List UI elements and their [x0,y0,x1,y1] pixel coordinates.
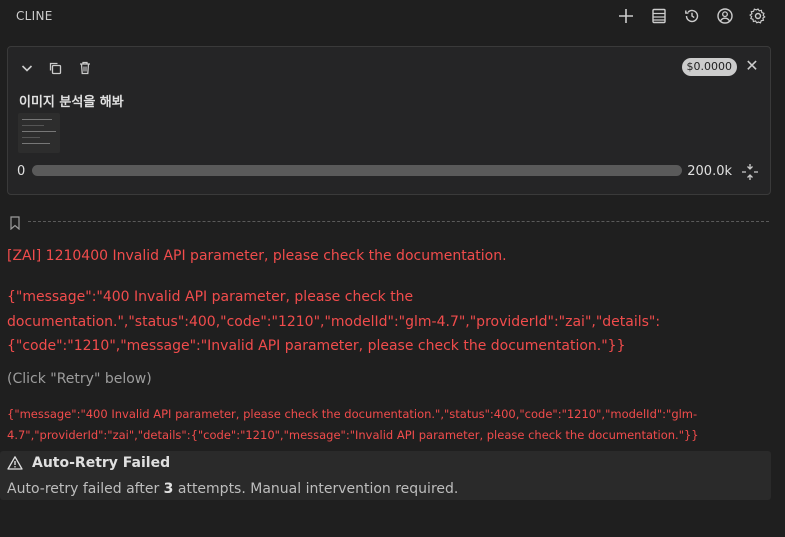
auto-retry-message-end: attempts. Manual intervention required. [173,481,459,497]
auto-retry-header: Auto-Retry Failed [7,455,170,471]
auto-retry-title: Auto-Retry Failed [32,455,171,471]
error-json-detail: {"message":"400 Invalid API parameter, p… [7,407,699,442]
cost-badge: $0.0000 [681,58,737,76]
panel-title: CLINE [16,9,53,23]
error-title: [ZAI] 1210400 Invalid API parameter, ple… [7,248,507,264]
auto-retry-panel: Auto-Retry Failed Auto-retry failed afte… [0,451,771,500]
retry-hint: (Click "Retry" below) [7,371,152,387]
context-used: 0 [17,164,26,179]
history-clock-icon[interactable] [682,6,702,26]
warning-icon [7,455,23,471]
account-icon[interactable] [715,6,735,26]
history-list-icon[interactable] [649,6,669,26]
bookmark-icon[interactable] [9,215,21,231]
auto-retry-attempts: 3 [163,481,174,497]
plus-icon[interactable] [616,6,636,26]
task-card: $0.0000 ✕ 이미지 분석을 해봐 0 200.0k [7,46,771,195]
panel-header: CLINE [0,0,785,34]
checkpoint-divider [28,221,769,222]
trash-icon[interactable] [76,59,94,77]
task-text: 이미지 분석을 해봐 [19,95,124,110]
copy-icon[interactable] [46,59,64,77]
auto-retry-message: Auto-retry failed after 3 attempts. Manu… [7,481,458,497]
auto-retry-message-start: Auto-retry failed after [7,481,164,497]
context-progress-bar [32,165,682,176]
close-icon[interactable]: ✕ [744,57,760,75]
image-thumbnail[interactable] [18,113,60,153]
compact-icon[interactable] [740,162,760,182]
gear-icon[interactable] [748,6,768,26]
error-json: {"message":"400 Invalid API parameter, p… [7,289,661,354]
context-window: 200.0k [687,164,732,179]
collapse-chevron-icon[interactable] [18,59,36,77]
